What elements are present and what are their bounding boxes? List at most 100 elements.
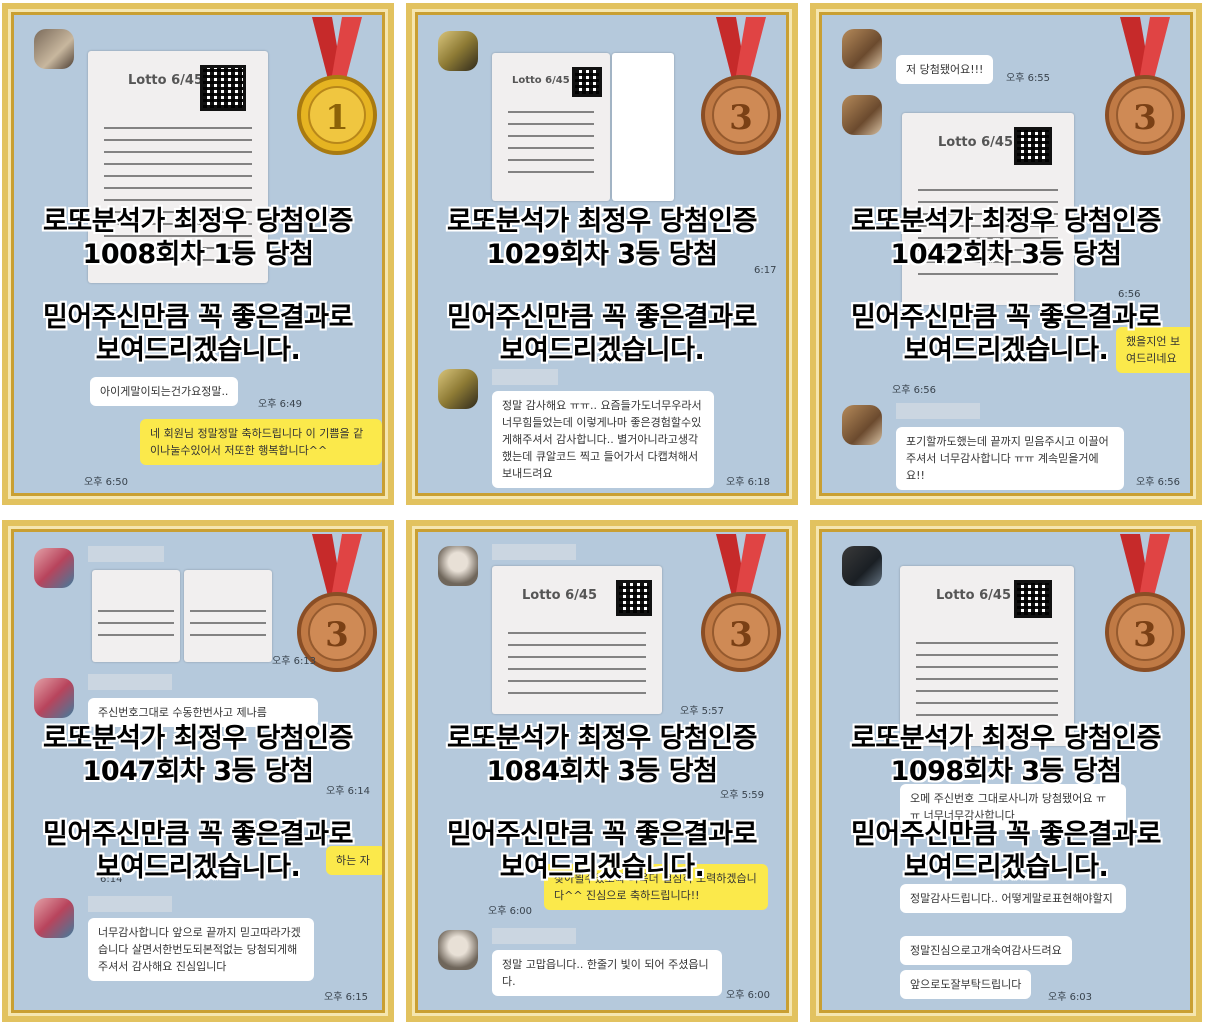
chat-bubble: 앞으로도잘부탁드립니다 xyxy=(900,970,1032,1000)
caption-promise-2: 보여드리겠습니다. xyxy=(903,852,1109,883)
ticket-number-rows xyxy=(508,626,646,694)
lotto-brand: Lotto 6/45 xyxy=(936,588,1011,603)
caption-promise-1: 믿어주신만큼 꼭 좋은결과로 xyxy=(447,302,757,333)
proof-panel-2: Lotto 6/45 3 6:17 정말 감사해요 ㅠㅠ.. 요즘들가도너무우라… xyxy=(406,3,798,505)
avatar xyxy=(842,546,882,586)
avatar xyxy=(438,31,478,71)
caption-headline: 로또분석가 최정우 당첨인증 xyxy=(43,206,353,237)
chat-bubble: 정말 고맙읍니다.. 한줄기 빛이 되어 주셨읍니다. xyxy=(492,950,722,997)
avatar xyxy=(34,548,74,588)
chat-bubble: 정말감사드립니다.. 어떻게말로표현해야할지 xyxy=(900,884,1126,914)
qr-code-icon xyxy=(616,580,652,616)
lotto-ticket-photo xyxy=(184,570,272,662)
caption-round-rank: 1042회차 3등 당첨 xyxy=(890,239,1122,270)
sender-name xyxy=(492,544,576,560)
winner-proof-grid: Lotto 6/45 1 아이게말이되는건가요정말.. 오후 6:49 네 회원… xyxy=(0,0,1212,1028)
sender-name xyxy=(492,369,558,385)
chat-time: 오후 6:03 xyxy=(1048,992,1093,1003)
avatar xyxy=(842,29,882,69)
chat-time: 오후 6:55 xyxy=(1006,73,1051,84)
ticket-number-rows xyxy=(190,604,266,642)
caption-promise-1: 믿어주신만큼 꼭 좋은결과로 xyxy=(851,302,1161,333)
qr-code-icon xyxy=(1014,127,1052,165)
avatar xyxy=(34,898,74,938)
caption-round-rank: 1098회차 3등 당첨 xyxy=(890,756,1122,787)
caption-headline: 로또분석가 최정우 당첨인증 xyxy=(447,723,757,754)
medal-rank: 3 xyxy=(729,615,753,655)
chat-time: 오후 5:59 xyxy=(720,790,765,801)
chat-time: 오후 6:50 xyxy=(84,477,129,488)
gold-medal-icon: 1 xyxy=(297,17,377,155)
bronze-medal-icon: 3 xyxy=(701,534,781,672)
chat-time: 오후 6:56 xyxy=(892,385,937,396)
medal-rank: 3 xyxy=(325,615,349,655)
medal-rank: 3 xyxy=(1133,615,1157,655)
chat-time: 오후 6:18 xyxy=(726,477,771,488)
caption-headline: 로또분석가 최정우 당첨인증 xyxy=(851,206,1161,237)
caption-promise-2: 보여드리겠습니다. xyxy=(499,852,705,883)
ticket-number-rows xyxy=(98,604,174,642)
caption-headline: 로또분석가 최정우 당첨인증 xyxy=(851,723,1161,754)
chat-time: 6:56 xyxy=(1118,289,1141,300)
lotto-brand: Lotto 6/45 xyxy=(512,75,570,86)
chat-bubble-reply: 네 회원님 정말정말 축하드립니다 이 기쁨을 같이나눌수있어서 저또한 행복합… xyxy=(140,419,382,466)
caption-promise-2: 보여드리겠습니다. xyxy=(95,335,301,366)
lotto-brand: Lotto 6/45 xyxy=(128,73,203,88)
sender-name xyxy=(88,674,172,690)
caption-promise-2: 보여드리겠습니다. xyxy=(903,335,1109,366)
chat-bubble: 너무감사합니다 앞으로 끝까지 믿고따라가겠습니다 살면서한번도되본적없는 당첨… xyxy=(88,918,314,982)
chat-time: 오후 6:00 xyxy=(726,990,771,1001)
sender-name xyxy=(492,928,576,944)
caption-promise-2: 보여드리겠습니다. xyxy=(499,335,705,366)
ticket-number-rows xyxy=(916,636,1058,726)
caption-round-rank: 1047회차 3등 당첨 xyxy=(82,756,314,787)
qr-code-icon xyxy=(200,65,246,111)
lotto-brand: Lotto 6/45 xyxy=(522,588,597,603)
caption-round-rank: 1029회차 3등 당첨 xyxy=(486,239,718,270)
chat-time: 오후 6:56 xyxy=(1136,477,1181,488)
caption-promise-1: 믿어주신만큼 꼭 좋은결과로 xyxy=(43,819,353,850)
bronze-medal-icon: 3 xyxy=(1105,534,1185,672)
qr-result-screenshot xyxy=(612,53,674,201)
sender-name xyxy=(88,546,164,562)
lotto-ticket-photo: Lotto 6/45 xyxy=(492,566,662,714)
avatar xyxy=(34,29,74,69)
chat-time: 오후 6:13 xyxy=(272,656,317,667)
chat-time: 오후 6:49 xyxy=(258,399,303,410)
avatar xyxy=(438,369,478,409)
chat-bubble: 아이게말이되는건가요정말.. xyxy=(90,377,239,407)
caption-promise-1: 믿어주신만큼 꼭 좋은결과로 xyxy=(851,819,1161,850)
caption-promise-2: 보여드리겠습니다. xyxy=(95,852,301,883)
proof-panel-3: 저 당첨됐어요!!! 오후 6:55 Lotto 6/45 3 6:56 했을지… xyxy=(810,3,1202,505)
avatar xyxy=(438,546,478,586)
lotto-brand: Lotto 6/45 xyxy=(938,135,1013,150)
sender-name xyxy=(88,896,172,912)
caption-promise-1: 믿어주신만큼 꼭 좋은결과로 xyxy=(43,302,353,333)
bronze-medal-icon: 3 xyxy=(1105,17,1185,155)
ticket-number-rows xyxy=(508,105,594,181)
caption-round-rank: 1008회차 1등 당첨 xyxy=(82,239,314,270)
proof-panel-6: Lotto 6/45 3 오메 주신번호 그대로사니까 당첨됐어요 ㅠㅠ 너무너… xyxy=(810,520,1202,1022)
caption-round-rank: 1084회차 3등 당첨 xyxy=(486,756,718,787)
chat-bubble: 포기할까도했는데 끝까지 믿음주시고 이끌어주셔서 너무감사합니다 ㅠㅠ 계속믿… xyxy=(896,427,1124,491)
qr-code-icon xyxy=(1014,580,1052,618)
lotto-ticket-photo xyxy=(92,570,180,662)
avatar xyxy=(438,930,478,970)
chat-bubble: 저 당첨됐어요!!! xyxy=(896,55,994,85)
lotto-ticket-photo: Lotto 6/45 xyxy=(492,53,610,201)
medal-rank: 3 xyxy=(1133,98,1157,138)
caption-headline: 로또분석가 최정우 당첨인증 xyxy=(447,206,757,237)
qr-code-icon xyxy=(572,67,602,97)
chat-time: 오후 5:57 xyxy=(680,706,725,717)
caption-headline: 로또분석가 최정우 당첨인증 xyxy=(43,723,353,754)
medal-rank: 3 xyxy=(729,98,753,138)
avatar xyxy=(34,678,74,718)
proof-panel-4: 3 오후 6:13 주신번호그대로 수동한번사고 제나름 오후 6:14 하는 … xyxy=(2,520,394,1022)
caption-promise-1: 믿어주신만큼 꼭 좋은결과로 xyxy=(447,819,757,850)
chat-bubble: 정말진심으로고개숙여감사드려요 xyxy=(900,936,1072,966)
sender-name xyxy=(896,403,980,419)
bronze-medal-icon: 3 xyxy=(701,17,781,155)
medal-rank: 1 xyxy=(325,98,349,138)
lotto-ticket-photo: Lotto 6/45 xyxy=(900,566,1074,746)
chat-time: 오후 6:00 xyxy=(488,906,533,917)
